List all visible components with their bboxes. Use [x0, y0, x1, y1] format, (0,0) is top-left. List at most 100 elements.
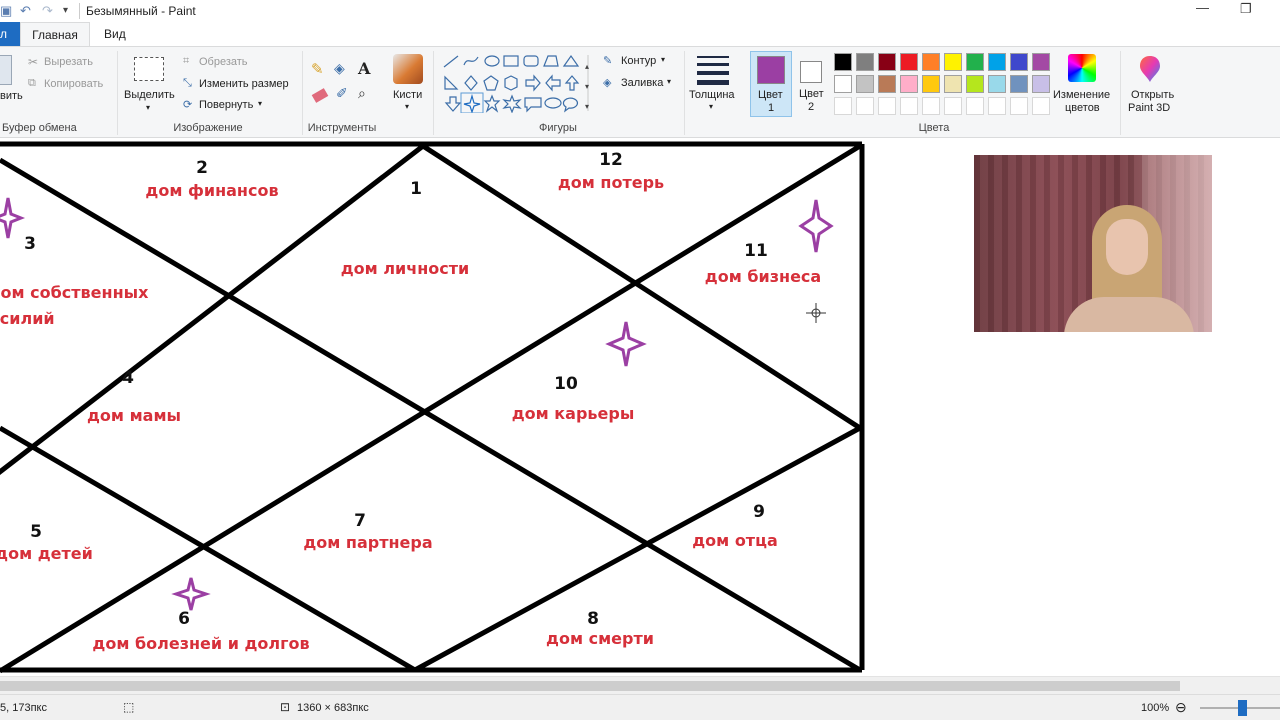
outline-dropdown-icon[interactable]: ▾ — [661, 55, 665, 64]
crop-button[interactable]: Обрезать — [199, 56, 248, 68]
palette-color-swatch[interactable] — [966, 75, 984, 93]
redo-icon[interactable]: ↷ — [42, 3, 53, 19]
palette-color-swatch[interactable] — [944, 75, 962, 93]
magnifier-icon[interactable]: ⌕ — [358, 85, 366, 102]
star-icon — [798, 199, 834, 253]
palette-color-swatch[interactable] — [944, 53, 962, 71]
palette-color-swatch[interactable] — [900, 75, 918, 93]
house-8-number: 8 — [587, 609, 599, 629]
select-icon[interactable] — [134, 57, 164, 81]
thickness-button[interactable]: Толщина — [689, 89, 735, 101]
paint3d-icon — [1140, 56, 1160, 82]
brushes-dropdown-icon[interactable]: ▾ — [405, 102, 409, 111]
fill-dropdown-icon[interactable]: ▾ — [667, 77, 671, 86]
color2-label: Цвет — [799, 88, 824, 100]
palette-custom-slot[interactable] — [988, 97, 1006, 115]
shapes-gallery[interactable]: ▴ ▾ ▾ — [442, 53, 592, 113]
title-bar: ▣ ↶ ↷ ▾ Безымянный - Paint — ❐ — [0, 0, 1280, 22]
resize-button[interactable]: Изменить размер — [199, 78, 289, 90]
house-9-number: 9 — [753, 502, 765, 522]
house-4-label: дом мамы — [87, 406, 181, 425]
zoom-out-icon[interactable]: ⊖ — [1175, 699, 1187, 716]
cut-button[interactable]: Вырезать — [44, 56, 93, 68]
palette-color-swatch[interactable] — [988, 75, 1006, 93]
palette-color-swatch[interactable] — [878, 75, 896, 93]
star-icon — [171, 577, 211, 611]
thickness-icon[interactable] — [697, 56, 729, 85]
palette-custom-slot[interactable] — [856, 97, 874, 115]
house-7-number: 7 — [354, 511, 366, 531]
palette-custom-slot[interactable] — [878, 97, 896, 115]
palette-custom-slot[interactable] — [966, 97, 984, 115]
palette-color-swatch[interactable] — [900, 53, 918, 71]
palette-custom-slot[interactable] — [900, 97, 918, 115]
color2-button[interactable]: Цвет 2 — [796, 51, 828, 117]
minimize-icon[interactable]: — — [1196, 0, 1209, 15]
eraser-icon[interactable] — [311, 88, 329, 103]
palette-color-swatch[interactable] — [922, 75, 940, 93]
shoulders — [1064, 297, 1194, 332]
outline-button[interactable]: Контур — [621, 55, 656, 67]
color1-swatch — [757, 56, 785, 84]
svg-text:▾: ▾ — [585, 82, 589, 91]
fill-button[interactable]: Заливка — [621, 77, 663, 89]
palette-color-swatch[interactable] — [988, 53, 1006, 71]
house-3-label-line2: усилий — [0, 309, 55, 328]
paint3d-label-1: Открыть — [1131, 89, 1175, 101]
colors-group-label: Цвета — [918, 122, 950, 134]
ribbon-separator — [1120, 51, 1121, 135]
brushes-button[interactable]: Кисти — [393, 89, 422, 101]
palette-color-swatch[interactable] — [1032, 53, 1050, 71]
palette-color-swatch[interactable] — [1010, 53, 1028, 71]
quick-access-dropdown-icon[interactable]: ▾ — [63, 5, 68, 16]
palette-color-swatch[interactable] — [856, 75, 874, 93]
undo-icon[interactable]: ↶ — [20, 3, 31, 19]
astrology-chart-canvas[interactable]: 2 дом финансов 1 дом личности 12 дом пот… — [0, 138, 870, 676]
copy-button[interactable]: Копировать — [44, 78, 103, 90]
palette-color-swatch[interactable] — [878, 53, 896, 71]
tab-home[interactable]: Главная — [20, 22, 90, 46]
text-tool-icon[interactable]: A — [358, 59, 370, 78]
paste-button[interactable]: вить — [0, 90, 23, 102]
color-picker-icon[interactable]: ✐ — [336, 85, 348, 102]
shapes-group-label: Фигуры — [539, 122, 577, 134]
palette-color-swatch[interactable] — [966, 53, 984, 71]
tab-file[interactable]: л — [0, 22, 20, 46]
palette-color-swatch[interactable] — [1032, 75, 1050, 93]
horizontal-scrollbar[interactable] — [0, 676, 1280, 694]
thickness-dropdown-icon[interactable]: ▾ — [709, 102, 713, 111]
rotate-button[interactable]: Повернуть — [199, 99, 253, 111]
color1-button[interactable]: Цвет 1 — [750, 51, 792, 117]
restore-icon[interactable]: ❐ — [1240, 1, 1252, 17]
select-dropdown-icon[interactable]: ▾ — [146, 103, 150, 112]
palette-custom-slot[interactable] — [834, 97, 852, 115]
title-divider — [79, 3, 80, 19]
save-icon[interactable]: ▣ — [0, 3, 12, 19]
palette-color-swatch[interactable] — [856, 53, 874, 71]
rotate-dropdown-icon[interactable]: ▾ — [258, 99, 262, 108]
palette-color-swatch[interactable] — [834, 53, 852, 71]
canvas-workspace[interactable]: 2 дом финансов 1 дом личности 12 дом пот… — [0, 138, 1280, 676]
palette-color-swatch[interactable] — [922, 53, 940, 71]
palette-custom-slot[interactable] — [1010, 97, 1028, 115]
scrollbar-thumb[interactable] — [0, 681, 1180, 691]
palette-custom-slot[interactable] — [1032, 97, 1050, 115]
zoom-slider-thumb[interactable] — [1238, 700, 1247, 716]
color1-label: Цвет — [758, 89, 783, 101]
palette-custom-slot[interactable] — [922, 97, 940, 115]
face — [1106, 219, 1148, 275]
house-1-label: дом личности — [341, 259, 470, 278]
house-12-label: дом потерь — [558, 173, 664, 192]
house-2-label: дом финансов — [145, 181, 278, 200]
house-5-label: дом детей — [0, 544, 93, 563]
brush-icon[interactable] — [393, 54, 423, 84]
select-button[interactable]: Выделить — [124, 89, 175, 101]
house-7-label: дом партнера — [303, 533, 432, 552]
paste-icon[interactable] — [0, 55, 12, 85]
palette-color-swatch[interactable] — [1010, 75, 1028, 93]
palette-custom-slot[interactable] — [944, 97, 962, 115]
tab-view[interactable]: Вид — [104, 27, 126, 41]
palette-color-swatch[interactable] — [834, 75, 852, 93]
fill-bucket-icon[interactable]: ◈ — [334, 60, 345, 77]
pencil-icon[interactable]: ✎ — [311, 60, 324, 78]
